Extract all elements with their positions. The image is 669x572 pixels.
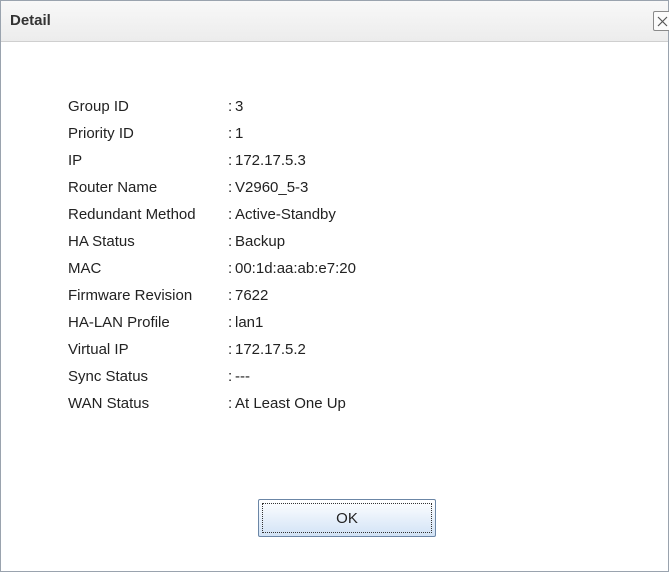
detail-dialog: Detail Group ID : 3 Priority ID : 1 IP :… [0, 0, 669, 572]
detail-label: IP [68, 152, 83, 169]
detail-label: Firmware Revision [68, 287, 193, 304]
detail-label: Redundant Method [68, 206, 196, 223]
detail-separator: : [228, 233, 233, 250]
detail-label: Group ID [68, 98, 129, 115]
detail-separator: : [228, 314, 233, 331]
detail-separator: : [228, 395, 233, 412]
ok-button[interactable]: OK [258, 499, 436, 537]
dialog-title: Detail [10, 12, 51, 29]
detail-value: 1 [235, 125, 244, 142]
detail-separator: : [228, 152, 233, 169]
detail-value: 7622 [235, 287, 269, 304]
detail-label: Router Name [68, 179, 158, 196]
detail-label: HA-LAN Profile [68, 314, 170, 331]
detail-value: Active-Standby [235, 206, 336, 223]
close-icon [657, 16, 668, 27]
detail-label: MAC [68, 260, 102, 277]
detail-separator: : [228, 98, 233, 115]
detail-separator: : [228, 206, 233, 223]
detail-value: 00:1d:aa:ab:e7:20 [235, 260, 356, 277]
detail-value: 172.17.5.3 [235, 152, 306, 169]
detail-value: At Least One Up [235, 395, 346, 412]
detail-value: Backup [235, 233, 286, 250]
detail-value: 172.17.5.2 [235, 341, 306, 358]
close-button[interactable] [653, 11, 669, 31]
detail-label: HA Status [68, 233, 135, 250]
dialog-titlebar: Detail [1, 1, 669, 42]
detail-label: Priority ID [68, 125, 134, 142]
detail-separator: : [228, 125, 233, 142]
detail-value: 3 [235, 98, 244, 115]
detail-separator: : [228, 368, 233, 385]
detail-value: lan1 [235, 314, 264, 331]
detail-value: --- [235, 368, 250, 385]
detail-separator: : [228, 341, 233, 358]
dialog-content: Group ID : 3 Priority ID : 1 IP : 172.17… [1, 42, 668, 571]
detail-value: V2960_5-3 [235, 179, 309, 196]
detail-label: WAN Status [68, 395, 150, 412]
detail-separator: : [228, 260, 233, 277]
detail-separator: : [228, 287, 233, 304]
detail-label: Sync Status [68, 368, 149, 385]
detail-separator: : [228, 179, 233, 196]
detail-label: Virtual IP [68, 341, 129, 358]
